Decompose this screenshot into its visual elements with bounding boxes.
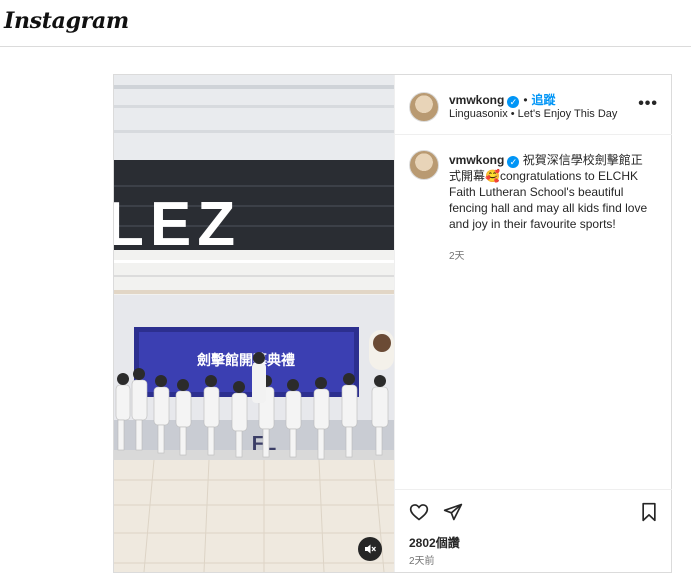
screen-title: 劍擊館開幕典禮	[197, 352, 295, 369]
fencing-hall-scene: LEZ 劍擊館開幕典禮 FL	[114, 75, 394, 572]
mute-icon	[365, 544, 376, 554]
like-count[interactable]: 2802個讚	[409, 534, 460, 551]
more-icon[interactable]: •••	[638, 95, 658, 113]
verified-icon: ✓	[507, 96, 520, 108]
caption-avatar[interactable]	[409, 150, 439, 180]
instagram-logo[interactable]: Instagram	[4, 8, 129, 34]
banner-text: LEZ	[114, 190, 241, 259]
follow-button[interactable]: 追蹤	[532, 93, 556, 107]
share-button[interactable]	[443, 502, 463, 527]
verified-icon: ✓	[507, 156, 520, 168]
post-actions: 2802個讚 2天前	[395, 489, 672, 572]
author-line: vmwkong ✓ • 追蹤	[449, 91, 556, 109]
caption-time: 2天	[449, 251, 465, 262]
post-media-video[interactable]: LEZ 劍擊館開幕典禮 FL	[114, 75, 394, 572]
save-button[interactable]	[640, 502, 658, 527]
author-avatar[interactable]	[409, 92, 439, 122]
caption-username[interactable]: vmwkong	[449, 153, 504, 167]
bookmark-icon	[642, 502, 656, 522]
post-header: vmwkong ✓ • 追蹤 Linguasonix • Let's Enjoy Th…	[395, 75, 672, 135]
post-timestamp[interactable]: 2天前	[409, 552, 435, 567]
author-username[interactable]: vmwkong	[449, 93, 504, 107]
post-sidebar: vmwkong ✓ • 追蹤 Linguasonix • Let's Enjoy Th…	[394, 75, 672, 572]
heart-icon	[409, 504, 429, 521]
caption: vmwkong ✓ 祝賀深信學校劍擊館正式開幕🥰congratulations t…	[449, 152, 649, 232]
share-icon	[443, 503, 463, 521]
top-navigation-bar: Instagram	[0, 0, 691, 47]
separator-dot: •	[523, 93, 528, 107]
audio-attribution[interactable]: Linguasonix • Let's Enjoy This Day	[449, 108, 617, 120]
like-button[interactable]	[409, 502, 429, 527]
mute-button[interactable]	[358, 537, 382, 561]
post-dialog: LEZ 劍擊館開幕典禮 FL	[113, 74, 672, 573]
